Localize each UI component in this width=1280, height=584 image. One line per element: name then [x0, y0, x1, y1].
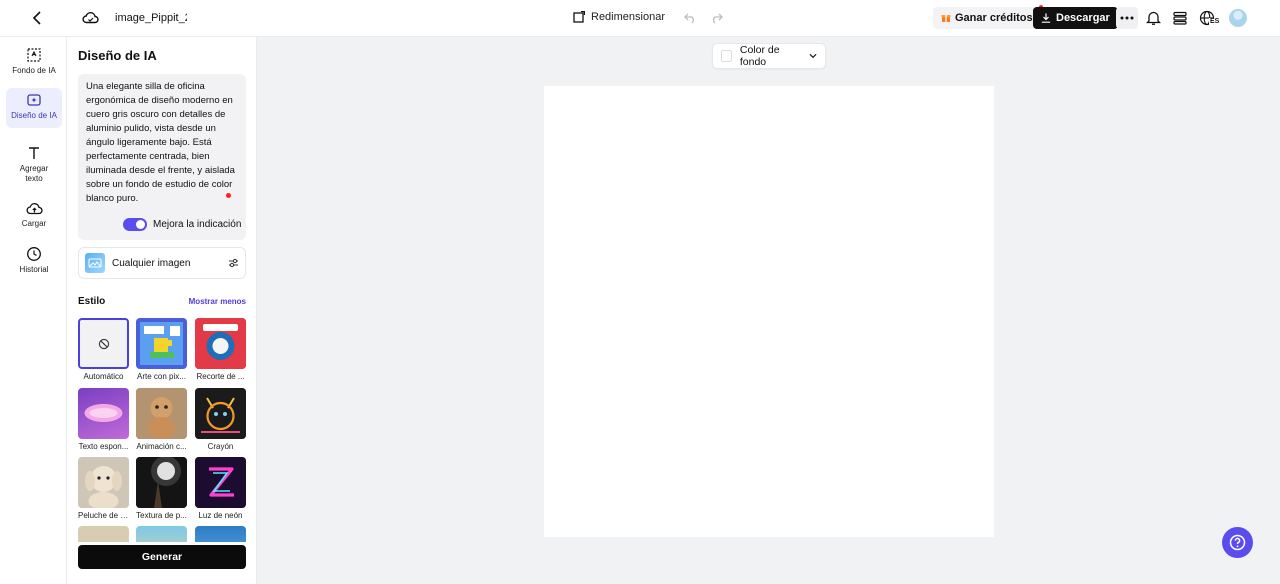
style-label: Arte con pix...	[137, 372, 186, 381]
rail-item-label: Diseño de IA	[11, 111, 57, 120]
style-thumbnail-partial[interactable]	[78, 526, 129, 542]
undo-icon[interactable]	[684, 11, 697, 24]
rail-item-ai-design[interactable]: Diseño de IA	[6, 88, 62, 128]
enhance-prompt-toggle[interactable]	[123, 218, 147, 231]
clock-icon	[27, 247, 41, 261]
earn-credits-label: Ganar créditos	[955, 12, 1033, 24]
enhance-prompt-label: Mejora la indicación	[153, 219, 242, 230]
back-icon[interactable]	[30, 10, 46, 26]
upload-cloud-icon	[25, 203, 43, 215]
style-thumbnail	[78, 526, 129, 542]
style-label: Textura de p...	[136, 511, 187, 520]
style-thumbnail	[78, 388, 129, 439]
rail-item-history[interactable]: Historial	[6, 242, 62, 278]
spellcheck-dot	[226, 193, 231, 198]
text-icon	[29, 147, 39, 159]
style-header: Estilo Mostrar menos	[78, 296, 246, 307]
layers-icon[interactable]	[1173, 11, 1187, 25]
style-thumbnail	[195, 388, 246, 439]
background-color-label: Color de fondo	[739, 44, 780, 68]
more-options-icon[interactable]	[1116, 7, 1138, 29]
model-selector[interactable]: Cualquier imagen	[78, 247, 246, 279]
style-thumbnail	[195, 318, 246, 369]
style-clay-animation[interactable]: Animación c...	[136, 388, 187, 451]
help-button[interactable]	[1222, 527, 1253, 558]
style-label: Peluche de f...	[78, 511, 129, 520]
rail-item-label: Fondo de IA	[12, 66, 56, 75]
style-crayon[interactable]: Crayón	[195, 388, 246, 451]
prompt-box[interactable]: Una elegante silla de oficina ergonómica…	[78, 74, 246, 240]
language-code: ES	[1209, 18, 1221, 25]
help-icon	[1229, 534, 1246, 551]
chevron-down-icon	[809, 53, 817, 59]
style-label: Crayón	[207, 442, 234, 451]
rail-item-add-text[interactable]: Agregar texto	[6, 141, 62, 187]
style-neon-light[interactable]: Luz de neón	[195, 457, 246, 520]
download-label: Descargar	[1056, 12, 1110, 24]
style-sponge-text[interactable]: Texto espon...	[78, 388, 129, 451]
settings-sliders-icon[interactable]	[228, 258, 239, 268]
style-thumbnail-partial[interactable]	[195, 526, 246, 542]
style-pixel-art[interactable]: Arte con pix...	[136, 318, 187, 381]
color-swatch	[721, 50, 732, 62]
download-button[interactable]: Descargar	[1033, 7, 1118, 29]
style-automatic[interactable]: Automático	[78, 318, 129, 381]
resize-button[interactable]: Redimensionar	[573, 11, 665, 23]
style-label: Recorte de ...	[196, 372, 245, 381]
cloud-sync-icon[interactable]	[82, 10, 99, 25]
ai-design-icon	[27, 94, 41, 106]
top-bar: image_Pippit_20 Redimensionar Ganar créd…	[0, 0, 1280, 37]
style-grid: Automático Arte con pix... Recorte de ..…	[78, 318, 248, 542]
style-thumbnail	[136, 318, 187, 369]
style-plush[interactable]: Peluche de f...	[78, 457, 129, 520]
style-label: Estilo	[78, 296, 106, 307]
file-name[interactable]: image_Pippit_20	[115, 12, 187, 24]
rail-item-label: Cargar	[21, 219, 47, 228]
model-label: Cualquier imagen	[112, 257, 191, 269]
style-thumbnail	[195, 526, 246, 542]
ai-background-icon	[27, 48, 41, 62]
canvas-artboard[interactable]	[544, 86, 994, 537]
redo-icon[interactable]	[710, 11, 723, 24]
rail-item-upload[interactable]: Cargar	[6, 197, 62, 233]
background-color-dropdown[interactable]: Color de fondo	[712, 43, 826, 69]
rail-item-ai-background[interactable]: Fondo de IA	[6, 43, 62, 85]
style-label: Texto espon...	[78, 442, 129, 451]
left-rail: Fondo de IA Diseño de IA Agregar texto C…	[0, 37, 67, 584]
style-thumbnail-partial[interactable]	[136, 526, 187, 542]
style-thumbnail	[78, 457, 129, 508]
style-thumbnail	[78, 318, 129, 369]
panel-title: Diseño de IA	[78, 48, 157, 63]
style-thumbnail	[136, 388, 187, 439]
style-paper-cut[interactable]: Recorte de ...	[195, 318, 246, 381]
ai-design-panel: Diseño de IA Una elegante silla de ofici…	[67, 37, 257, 584]
style-label: Automático	[83, 372, 124, 381]
show-less-link[interactable]: Mostrar menos	[189, 297, 246, 306]
gift-icon	[941, 15, 951, 22]
earn-credits-button[interactable]: Ganar créditos	[933, 5, 1043, 29]
no-style-icon	[98, 338, 109, 349]
download-icon	[1041, 13, 1051, 23]
style-label: Luz de neón	[198, 511, 243, 520]
rail-item-label: Historial	[19, 265, 49, 274]
model-thumbnail	[85, 253, 105, 273]
style-thumbnail	[136, 526, 187, 542]
bell-icon[interactable]	[1146, 10, 1161, 26]
avatar[interactable]	[1229, 9, 1247, 27]
prompt-input[interactable]: Una elegante silla de oficina ergonómica…	[86, 80, 240, 206]
style-thumbnail	[195, 457, 246, 508]
style-label: Animación c...	[136, 442, 187, 451]
rail-item-label: Agregar texto	[19, 164, 49, 183]
resize-icon	[573, 11, 585, 23]
enhance-prompt-row: Mejora la indicación	[123, 218, 241, 231]
language-selector[interactable]: ES	[1199, 9, 1221, 27]
resize-label: Redimensionar	[591, 11, 665, 23]
style-texture[interactable]: Textura de p...	[136, 457, 187, 520]
generate-button[interactable]: Generar	[78, 545, 246, 569]
style-thumbnail	[136, 457, 187, 508]
